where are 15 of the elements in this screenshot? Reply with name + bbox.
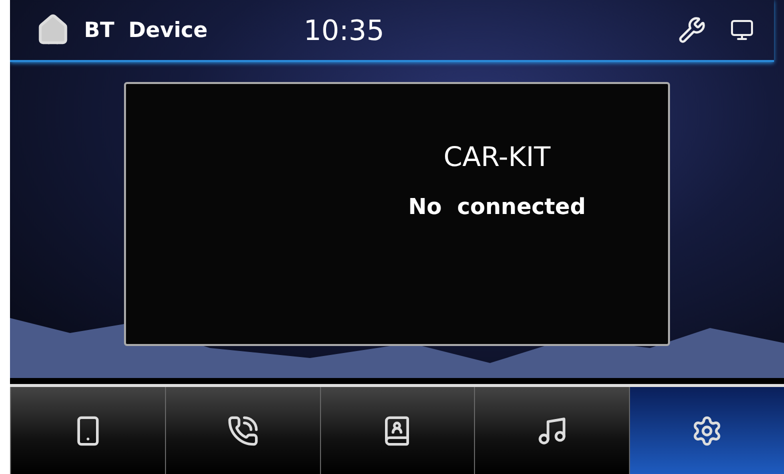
music-note-tab[interactable] bbox=[474, 387, 630, 474]
page-title: Device bbox=[128, 18, 208, 42]
gear-tab[interactable] bbox=[629, 387, 784, 474]
clock-time: 10:35 bbox=[304, 14, 386, 46]
section-label: BT bbox=[84, 18, 114, 42]
mobile-phone-tab[interactable] bbox=[10, 387, 165, 474]
device-name: CAR-KIT bbox=[444, 142, 550, 173]
tools-icon[interactable] bbox=[678, 16, 706, 44]
phone-call-icon bbox=[226, 414, 259, 446]
music-note-icon bbox=[536, 414, 568, 446]
home-icon[interactable] bbox=[36, 13, 70, 47]
monitor-icon[interactable] bbox=[730, 18, 754, 42]
phone-call-tab[interactable] bbox=[164, 387, 320, 474]
contact-book-tab[interactable] bbox=[320, 387, 474, 474]
connection-status: No connected bbox=[408, 195, 586, 220]
